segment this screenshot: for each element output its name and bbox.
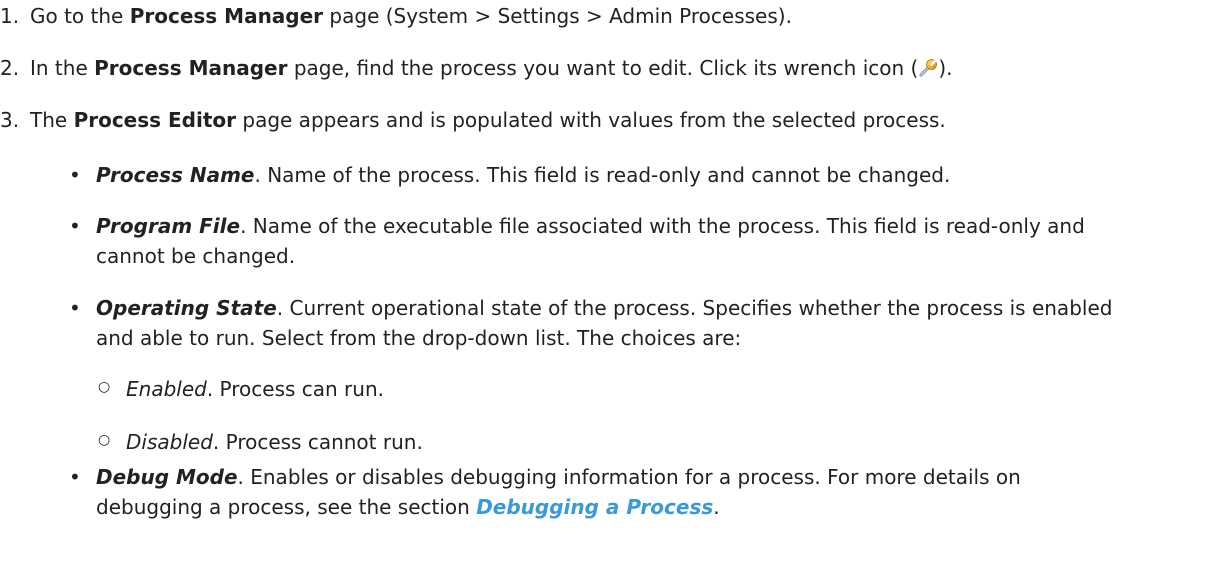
step-text: page (System > Settings > Admin Processe…	[323, 4, 792, 28]
step-text: The	[30, 108, 74, 132]
field-name: Process Name	[96, 163, 255, 187]
field-description: cannot be changed.	[96, 244, 296, 268]
field-name: Program File	[96, 214, 241, 238]
step-1: 1. Go to the Process Manager page (System…	[0, 1, 1210, 31]
option-description: . Process can run.	[206, 377, 384, 401]
field-name: Operating State	[96, 296, 277, 320]
field-description: .	[713, 495, 720, 519]
bullet-circle: ○	[98, 379, 111, 395]
field-description: . Current operational state of the proce…	[276, 296, 1113, 320]
bullet-dot: •	[69, 163, 81, 187]
bullet-dot: •	[69, 296, 81, 320]
document: 1. Go to the Process Manager page (System…	[0, 0, 1219, 588]
step-text: page appears and is populated with value…	[236, 108, 946, 132]
term-process-manager: Process Manager	[94, 56, 288, 80]
step-text: Go to the	[30, 4, 130, 28]
option-name: Enabled	[126, 377, 207, 401]
step-number: 2.	[0, 56, 20, 80]
option-disabled: ○ Disabled. Process cannot run.	[98, 427, 1176, 457]
step-text: page, find the process you want to edit.…	[287, 56, 919, 80]
bullet-dot: •	[69, 465, 81, 489]
field-description: . Enables or disables debugging informat…	[237, 465, 1021, 489]
step-text: ).	[938, 56, 953, 80]
bullet-circle: ○	[98, 432, 111, 448]
step-3: 3. The Process Editor page appears and is…	[0, 105, 1210, 135]
field-name: Debug Mode	[96, 465, 238, 489]
field-item-program-file: • Program File. Name of the executable f…	[69, 211, 1211, 271]
debugging-process-link[interactable]: Debugging a Process	[476, 495, 713, 519]
step-number: 1.	[0, 4, 20, 28]
option-description: . Process cannot run.	[212, 430, 423, 454]
step-text: In the	[30, 56, 95, 80]
step-number: 3.	[0, 108, 20, 132]
bullet-dot: •	[69, 214, 81, 238]
field-description: debugging a process, see the section	[96, 495, 477, 519]
field-description: . Name of the process. This field is rea…	[254, 163, 951, 187]
field-item-operating-state: • Operating State. Current operational s…	[69, 293, 1211, 353]
field-item-debug-mode: • Debug Mode. Enables or disables debugg…	[69, 462, 1211, 522]
term-process-manager: Process Manager	[129, 4, 324, 28]
term-process-editor: Process Editor	[73, 108, 237, 132]
option-name: Disabled	[126, 430, 213, 454]
step-2: 2. In the Process Manager page, find the …	[0, 53, 1210, 83]
wrench-icon	[919, 59, 938, 77]
option-enabled: ○ Enabled. Process can run.	[98, 374, 1176, 404]
field-description: and able to run. Select from the drop-do…	[96, 326, 742, 350]
field-description: . Name of the executable file associated…	[240, 214, 1085, 238]
field-item-process-name: • Process Name. Name of the process. Thi…	[69, 160, 1211, 190]
